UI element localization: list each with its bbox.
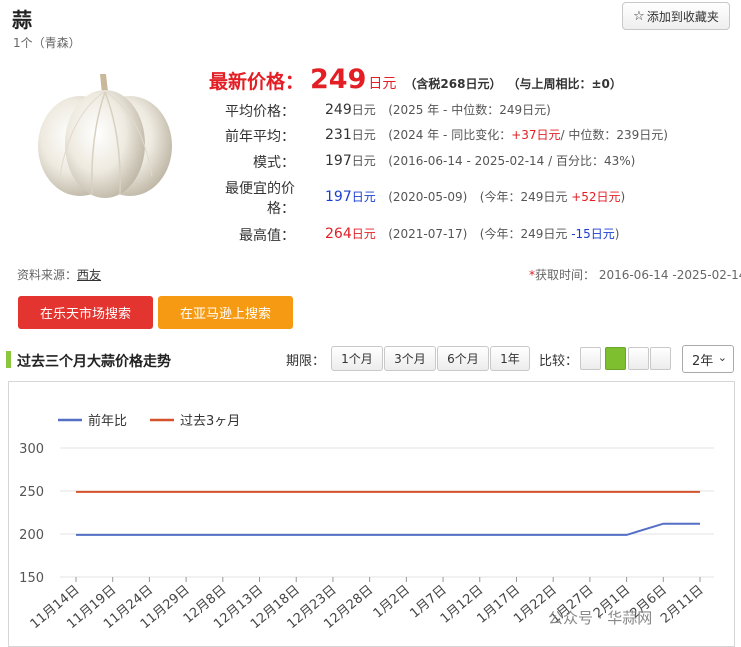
period-label: 期限：	[286, 354, 326, 369]
product-subtitle: 1个（青森）	[13, 36, 81, 50]
search-amazon-button[interactable]: 在亚马逊上搜索	[158, 296, 293, 329]
y-tick-label: 150	[19, 571, 44, 586]
y-tick-label: 300	[19, 442, 44, 457]
lastyear-avg-number: 231	[325, 127, 352, 143]
source-link-seiyu[interactable]: 西友	[77, 268, 101, 282]
week-change-note: （与上周相比：±0）	[507, 77, 622, 91]
add-to-favorites-button[interactable]: ☆ 添加到收藏夹	[622, 2, 730, 30]
latest-price-value: 249	[310, 64, 367, 95]
highest-number: 264	[325, 226, 352, 242]
cheapest-label-line1: 最便宜的价	[225, 181, 295, 197]
cheapest-value: 197日元 (2020-05-09) (今年：249日元 +52日元)	[325, 188, 625, 205]
avg-price-unit: 日元	[351, 103, 376, 117]
compare-toggle-2[interactable]	[605, 347, 626, 370]
y-tick-label: 250	[19, 485, 44, 500]
compare-label: 比较：	[539, 354, 579, 369]
range-select-value: 2年	[692, 353, 714, 369]
highest-unit: 日元	[351, 227, 376, 241]
legend-label: 前年比	[88, 413, 127, 429]
latest-price-unit: 日元	[368, 76, 397, 92]
lastyear-avg-note: (2024 年 - 同比变化：+37日元/ 中位数：239日元)	[388, 128, 668, 142]
chevron-down-icon: ⌄	[717, 351, 727, 364]
add-to-favorites-label: 添加到收藏夹	[646, 9, 719, 24]
cheapest-label-line2: 格：	[267, 201, 295, 217]
cheapest-label: 最便宜的价 格：	[200, 179, 295, 219]
fetch-time: *获取时间： 2016-06-14 -2025-02-14	[529, 266, 741, 283]
tax-included-note: （含税268日元）	[404, 77, 502, 91]
compare-toggle-4[interactable]	[650, 347, 671, 370]
data-source-label: 资料来源：	[17, 268, 78, 282]
avg-price-number: 249	[325, 102, 352, 118]
cheapest-date: (2020-05-09)	[388, 190, 468, 204]
period-3-month-button[interactable]: 3个月	[384, 346, 436, 371]
fetch-time-text: 获取时间： 2016-06-14 -2025-02-14	[535, 268, 741, 282]
lastyear-avg-value: 231日元 (2024 年 - 同比变化：+37日元/ 中位数：239日元)	[325, 126, 668, 143]
highest-compare: (今年：249日元 -15日元)	[479, 227, 620, 241]
legend-label: 过去3ヶ月	[180, 414, 240, 429]
garlic-image	[38, 74, 172, 198]
highest-value: 264日元 (2021-07-17) (今年：249日元 -15日元)	[325, 225, 619, 242]
search-rakuten-button[interactable]: 在乐天市场搜索	[18, 296, 153, 329]
highest-label: 最高值：	[239, 228, 295, 244]
latest-price-label: 最新价格：	[209, 71, 305, 93]
mode-value: 197日元 (2016-06-14 - 2025-02-14 / 百分比：43%…	[325, 152, 635, 169]
period-1-year-button[interactable]: 1年	[490, 346, 530, 371]
x-tick-label: 1月2日	[371, 583, 413, 622]
cheapest-number: 197	[325, 189, 352, 205]
section-accent-bar	[6, 351, 11, 368]
star-icon: ☆	[633, 8, 645, 24]
period-1-month-button[interactable]: 1个月	[331, 346, 383, 371]
range-select[interactable]: 2年 ⌄	[682, 345, 734, 373]
watermark: 公众号 · 华蒜网	[548, 609, 653, 627]
y-tick-label: 200	[19, 528, 44, 543]
avg-price-label: 平均价格：	[225, 104, 295, 120]
cheapest-unit: 日元	[351, 190, 376, 204]
mode-label: 模式：	[253, 155, 295, 171]
product-title: 蒜	[12, 8, 32, 32]
section-title: 过去三个月大蒜价格走势	[17, 354, 171, 370]
lastyear-avg-label: 前年平均：	[225, 129, 295, 145]
compare-toggle-1[interactable]	[580, 347, 601, 370]
period-6-month-button[interactable]: 6个月	[437, 346, 489, 371]
mode-number: 197	[325, 153, 352, 169]
avg-price-value: 249日元 (2025 年 - 中位数：249日元)	[325, 101, 551, 118]
data-source: 资料来源：西友	[17, 266, 101, 283]
latest-price-row: 最新价格： 249 日元 （含税268日元） （与上周相比：±0）	[209, 64, 628, 95]
series-line	[76, 522, 700, 536]
mode-unit: 日元	[351, 154, 376, 168]
avg-price-note: (2025 年 - 中位数：249日元)	[388, 103, 551, 117]
compare-toggle-3[interactable]	[628, 347, 649, 370]
lastyear-avg-unit: 日元	[351, 128, 376, 142]
cheapest-compare: (今年：249日元 +52日元)	[479, 190, 626, 204]
mode-note: (2016-06-14 - 2025-02-14 / 百分比：43%)	[388, 154, 636, 168]
highest-date: (2021-07-17)	[388, 227, 468, 241]
